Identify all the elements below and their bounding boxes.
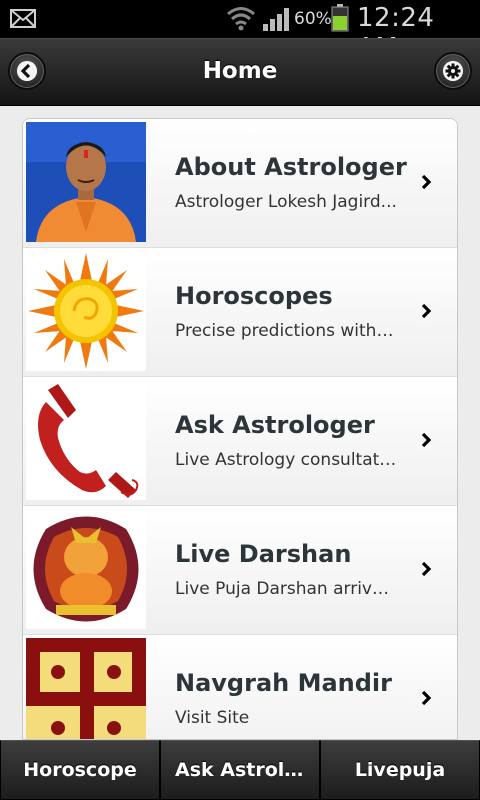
- status-bar: 60% 12:24 AM: [0, 0, 480, 63]
- tab-label: Livepuja: [354, 759, 446, 781]
- tab-horoscope[interactable]: Horoscope: [0, 740, 160, 800]
- tab-ask-astrologer[interactable]: Ask Astrol...: [160, 740, 320, 800]
- list-item-navgrah-mandir[interactable]: Navgrah Mandir Visit Site: [23, 635, 457, 739]
- ganesha-image: [26, 509, 146, 629]
- item-description: Visit Site: [175, 708, 250, 728]
- list-item-horoscopes[interactable]: Horoscopes Precise predictions with ...: [23, 248, 457, 377]
- page-title: Home: [202, 58, 278, 84]
- tab-label: Ask Astrol...: [175, 759, 305, 781]
- item-title: Navgrah Mandir: [175, 669, 392, 697]
- list-item-live-darshan[interactable]: Live Darshan Live Puja Darshan arrive...: [23, 506, 457, 635]
- item-title: Ask Astrologer: [175, 411, 375, 439]
- header-bar: Home: [0, 38, 480, 106]
- menu-list: About Astrologer Astrologer Lokesh Jagir…: [22, 118, 458, 740]
- astrologer-photo: [26, 122, 146, 242]
- chevron-right-icon: [415, 558, 437, 580]
- phone-receiver-image: [26, 380, 146, 500]
- list-item-ask-astrologer[interactable]: Ask Astrologer Live Astrology consultati…: [23, 377, 457, 506]
- item-description: Precise predictions with ...: [175, 321, 397, 341]
- item-description: Astrologer Lokesh Jagird...: [175, 192, 397, 212]
- chevron-right-icon: [415, 300, 437, 322]
- list-item-about-astrologer[interactable]: About Astrologer Astrologer Lokesh Jagir…: [23, 119, 457, 248]
- item-description: Live Astrology consultati...: [175, 450, 397, 470]
- sun-image: [26, 251, 146, 371]
- item-title: Horoscopes: [175, 282, 333, 310]
- bottom-tab-bar: Horoscope Ask Astrol... Livepuja: [0, 740, 480, 800]
- item-title: About Astrologer: [175, 153, 407, 181]
- tab-livepuja[interactable]: Livepuja: [320, 740, 480, 800]
- tab-label: Horoscope: [23, 759, 137, 781]
- chevron-right-icon: [415, 687, 437, 709]
- mail-icon: [10, 9, 36, 28]
- signal-icon: [263, 8, 289, 31]
- swastika-image: [26, 638, 146, 739]
- settings-button[interactable]: [434, 52, 472, 90]
- battery-percent: 60%: [294, 9, 332, 29]
- battery-icon: [331, 4, 349, 32]
- item-title: Live Darshan: [175, 540, 352, 568]
- chevron-right-icon: [415, 429, 437, 451]
- wifi-icon: [227, 7, 255, 31]
- chevron-right-icon: [415, 171, 437, 193]
- item-description: Live Puja Darshan arrive...: [175, 579, 397, 599]
- gear-icon: [443, 61, 463, 81]
